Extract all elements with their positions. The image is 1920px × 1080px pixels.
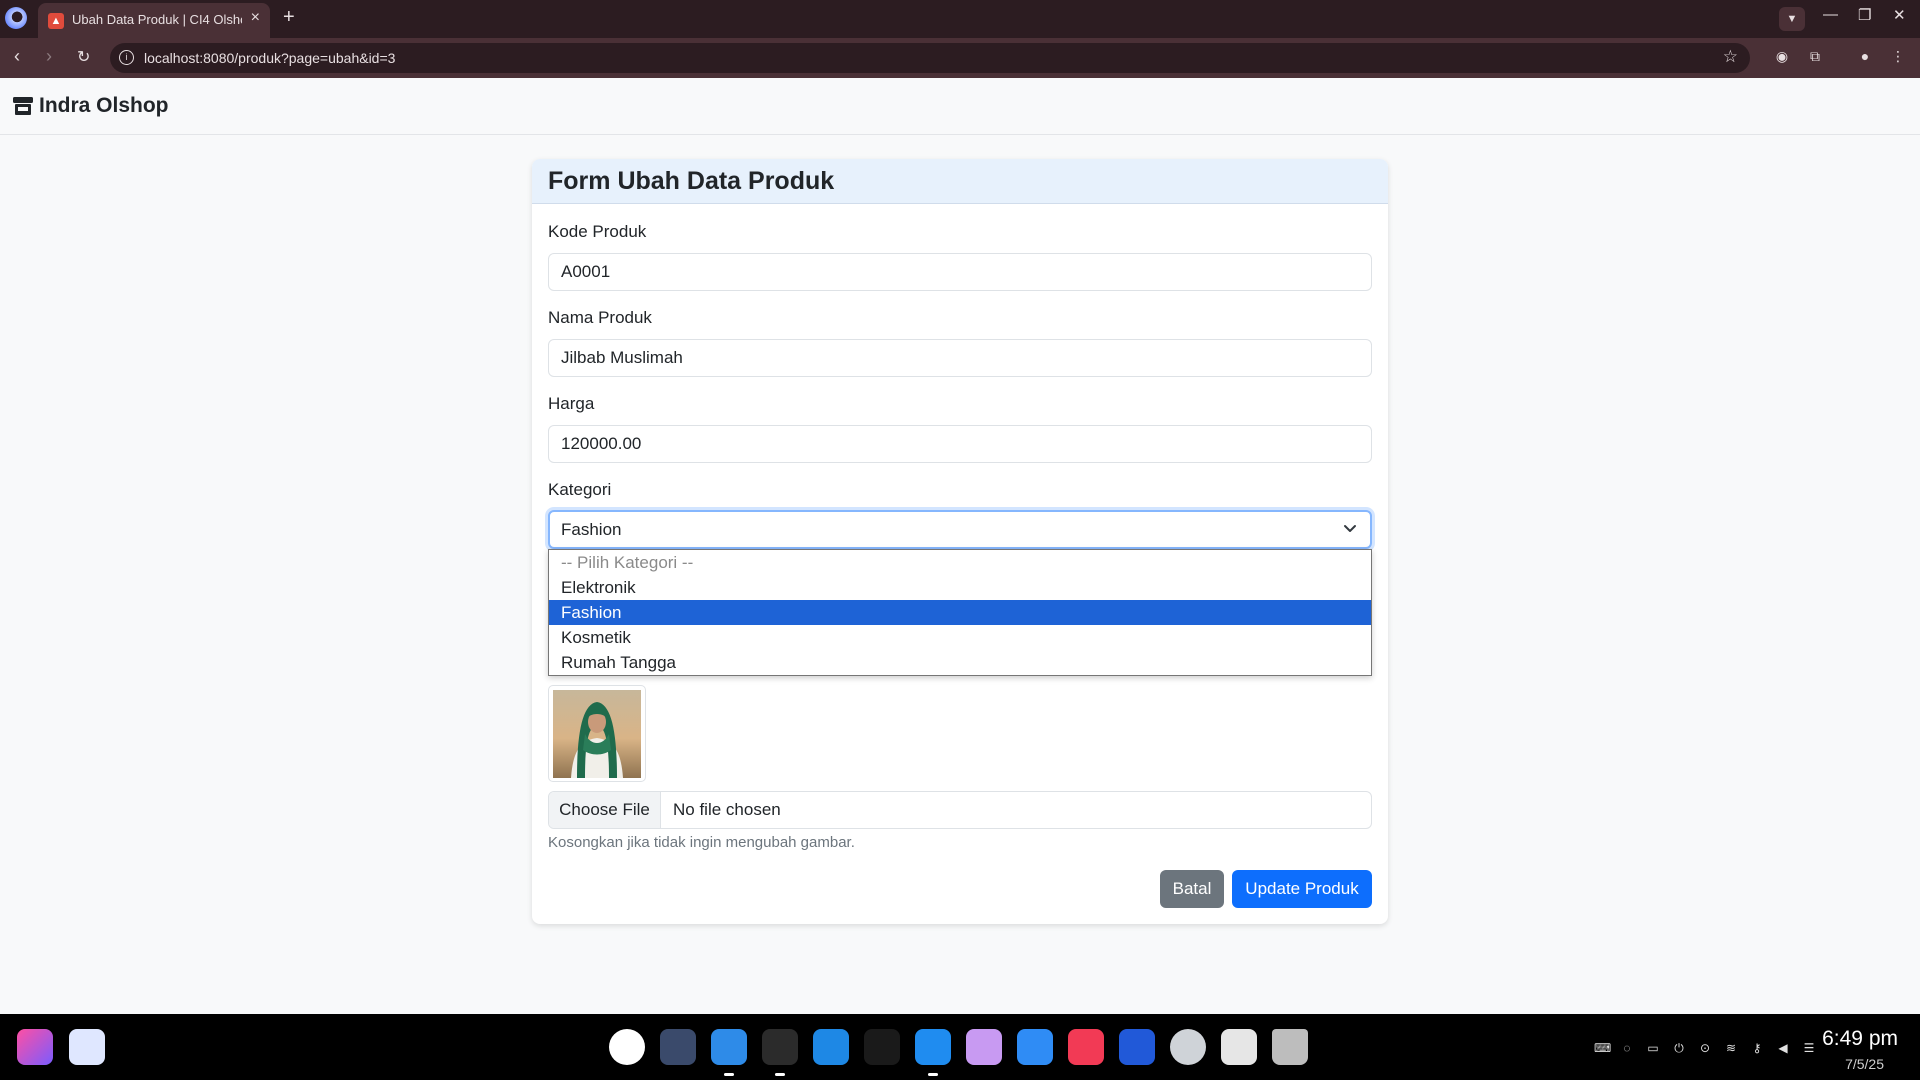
wps-writer-icon[interactable] [1017, 1029, 1053, 1065]
clock-time[interactable]: 6:49 pm [1822, 1027, 1898, 1051]
text-editor-icon[interactable] [864, 1029, 900, 1065]
card-header: Form Ubah Data Produk [532, 159, 1388, 204]
kategori-option[interactable]: Fashion [549, 600, 1371, 625]
kategori-select[interactable]: Fashion [548, 510, 1372, 549]
calculator-icon[interactable] [1119, 1029, 1155, 1065]
shop-icon [13, 97, 33, 115]
browser-compass-icon[interactable] [711, 1029, 747, 1065]
kategori-label: Kategori [548, 480, 612, 499]
browser-running-indicator [724, 1073, 734, 1076]
wifi-icon[interactable]: ≋ [1724, 1041, 1738, 1055]
browser-logo-icon[interactable] [5, 7, 27, 29]
app-grid-icon[interactable] [609, 1029, 645, 1065]
search-icon[interactable] [69, 1029, 105, 1065]
extensions-icon[interactable]: ⧉ [1806, 48, 1824, 66]
back-icon[interactable]: ‹ [14, 46, 20, 67]
cancel-button[interactable]: Batal [1160, 870, 1224, 908]
forward-icon[interactable]: › [46, 46, 52, 67]
music-icon[interactable] [1068, 1029, 1104, 1065]
app-store-icon[interactable] [915, 1029, 951, 1065]
file-help-text: Kosongkan jika tidak ingin mengubah gamb… [548, 834, 855, 851]
power-icon[interactable]: ⏻ [1672, 1041, 1686, 1055]
minimize-icon[interactable]: — [1823, 6, 1838, 23]
update-product-button[interactable]: Update Produk [1232, 870, 1372, 908]
folder-icon[interactable] [966, 1029, 1002, 1065]
menu-icon[interactable]: ⋮ [1889, 48, 1907, 66]
trash-icon[interactable] [1272, 1029, 1308, 1065]
files-running-indicator [775, 1073, 785, 1076]
kategori-option[interactable]: -- Pilih Kategori -- [549, 550, 1371, 575]
kategori-option[interactable]: Rumah Tangga [549, 650, 1371, 675]
browser-tab-bar: ▲ Ubah Data Produk | CI4 Olshop × + ▼ — … [0, 0, 1920, 38]
codeigniter-favicon-icon: ▲ [48, 13, 64, 29]
browser-toolbar: ‹ › ↻ i localhost:8080/produk?page=ubah&… [0, 38, 1920, 78]
close-window-icon[interactable]: ✕ [1893, 6, 1906, 24]
choose-file-button[interactable]: Choose File [549, 792, 661, 828]
tab-title: Ubah Data Produk | CI4 Olshop [72, 12, 242, 27]
app-store-running-indicator [928, 1073, 938, 1076]
product-form-card: Form Ubah Data Produk Kode Produk A0001 … [532, 159, 1388, 924]
kode-label: Kode Produk [548, 222, 647, 241]
harga-input[interactable]: 120000.00 [548, 425, 1372, 463]
new-tab-icon[interactable]: + [283, 6, 295, 29]
nama-label: Nama Produk [548, 308, 652, 327]
notes-icon[interactable] [1221, 1029, 1257, 1065]
kategori-option[interactable]: Elektronik [549, 575, 1371, 600]
keyboard-icon[interactable]: ⌨ [1594, 1041, 1611, 1055]
clock-date: 7/5/25 [1845, 1056, 1884, 1072]
vpn-key-icon[interactable]: ⚷ [1750, 1041, 1764, 1055]
incognito-icon[interactable]: ◉ [1773, 48, 1791, 66]
volume-icon[interactable]: ◀ [1776, 1041, 1790, 1055]
kategori-option[interactable]: Kosmetik [549, 625, 1371, 650]
image-file-input[interactable]: Choose File No file chosen [548, 791, 1372, 829]
settings-gear-icon[interactable] [1170, 1029, 1206, 1065]
product-image-thumbnail [548, 685, 646, 782]
product-photo [553, 690, 641, 778]
multitask-icon[interactable] [660, 1029, 696, 1065]
kode-input[interactable]: A0001 [548, 253, 1372, 291]
bookmark-star-icon[interactable]: ☆ [1723, 47, 1738, 67]
brand-name[interactable]: Indra Olshop [39, 94, 169, 118]
address-bar[interactable]: i localhost:8080/produk?page=ubah&id=3 ☆ [110, 43, 1750, 73]
kategori-dropdown-list: -- Pilih Kategori -- Elektronik Fashion Kos… [548, 549, 1372, 676]
file-status: No file chosen [673, 800, 781, 819]
restore-icon[interactable]: ❐ [1858, 6, 1871, 24]
site-info-icon[interactable]: i [119, 50, 134, 65]
tab-close-icon[interactable]: × [251, 9, 260, 27]
os-taskbar: ⌨ ◌ ▭ ⏻ ⊙ ≋ ⚷ ◀ ☰ 6:49 pm 7/5/25 [0, 1014, 1920, 1080]
url-text: localhost:8080/produk?page=ubah&id=3 [144, 50, 396, 66]
kategori-select-value: Fashion [561, 520, 622, 539]
browser-tab-active[interactable]: ▲ Ubah Data Produk | CI4 Olshop × [38, 3, 270, 38]
vscode-icon[interactable] [813, 1029, 849, 1065]
control-center-icon[interactable]: ☰ [1802, 1041, 1816, 1055]
site-navbar: Indra Olshop [0, 78, 1920, 135]
form-title: Form Ubah Data Produk [548, 167, 835, 195]
media-icon[interactable]: ⊙ [1698, 1041, 1712, 1055]
chevron-down-icon [1344, 525, 1356, 532]
launcher-icon[interactable] [17, 1029, 53, 1065]
harga-label: Harga [548, 394, 595, 413]
reload-icon[interactable]: ↻ [77, 47, 90, 67]
battery-icon[interactable]: ▭ [1646, 1041, 1660, 1055]
tab-search-chevron-icon[interactable]: ▼ [1779, 7, 1805, 31]
profile-icon[interactable]: ● [1856, 48, 1874, 66]
files-book-icon[interactable] [762, 1029, 798, 1065]
nama-input[interactable]: Jilbab Muslimah [548, 339, 1372, 377]
notification-off-icon[interactable]: ◌ [1620, 1041, 1634, 1055]
